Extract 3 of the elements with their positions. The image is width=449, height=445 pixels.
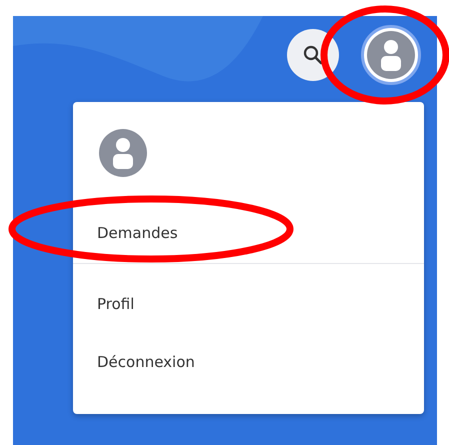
menu-item[interactable]: Profil — [73, 294, 424, 314]
menu-item[interactable]: Demandes — [73, 223, 424, 243]
menu-item[interactable]: Déconnexion — [73, 352, 424, 372]
